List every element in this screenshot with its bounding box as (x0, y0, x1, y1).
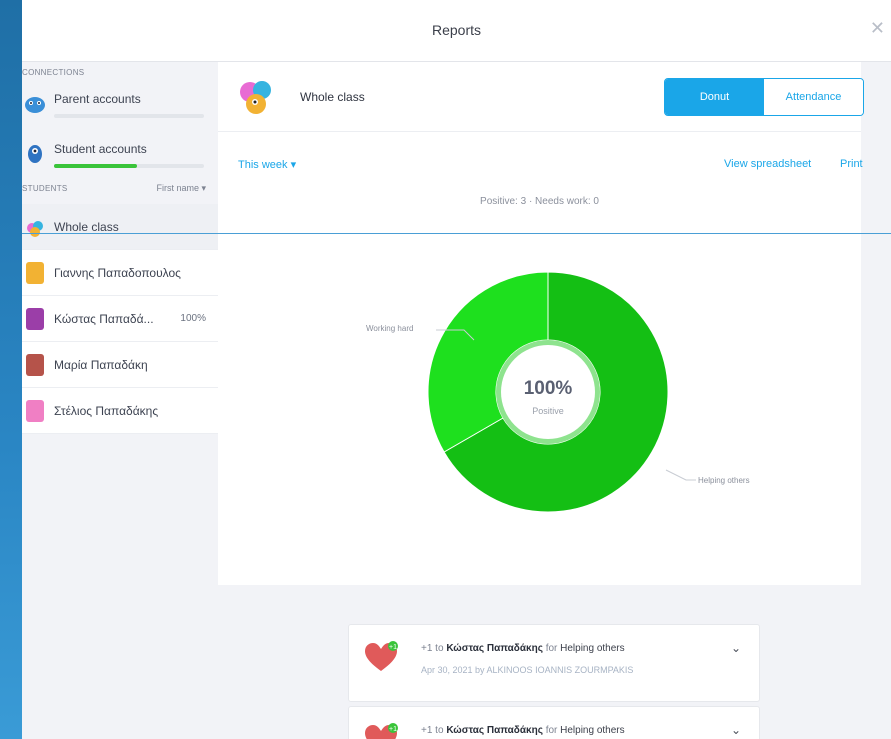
parent-accounts-progress (54, 114, 204, 118)
svg-text:+1: +1 (389, 726, 397, 733)
feed-behavior: Helping others (560, 725, 625, 736)
donut-tab[interactable]: Donut (665, 79, 764, 115)
student-accounts-item[interactable]: Student accounts (22, 134, 218, 180)
student-percent: 100% (180, 313, 206, 324)
connections-label: CONNECTIONS (22, 68, 85, 77)
sort-dropdown[interactable]: First name ▾ (156, 183, 206, 194)
feed-item: +1 +1 to Κώστας Παπαδάκης for Helping ot… (348, 706, 760, 739)
feed-text: +1 to Κώστας Παπαδάκης for Helping other… (421, 643, 625, 654)
student-item[interactable]: Στέλιος Παπαδάκης (22, 388, 218, 434)
student-item[interactable]: Μαρία Παπαδάκη (22, 342, 218, 388)
feed-student: Κώστας Παπαδάκης (446, 643, 543, 654)
feed-text: +1 to Κώστας Παπαδάκης for Helping other… (421, 725, 625, 736)
report-card: Whole class Donut Attendance This week ▾… (22, 62, 891, 585)
divider (22, 233, 891, 234)
sidebar: CONNECTIONS Parent accounts Student acco… (22, 62, 218, 739)
chevron-down-icon[interactable]: ⌄ (731, 723, 741, 737)
student-avatar (26, 400, 44, 422)
parent-accounts-item[interactable]: Parent accounts (22, 84, 218, 130)
student-whole-class[interactable]: Whole class (22, 204, 218, 250)
heart-icon: +1 (365, 641, 398, 671)
feed-prefix: +1 to (421, 643, 444, 654)
whole-class-avatar (240, 81, 271, 114)
slice-label: Helping others (698, 476, 750, 485)
center-label: Positive (532, 406, 564, 416)
student-name: Κώστας Παπαδά... (54, 312, 154, 326)
report-target: Whole class (300, 90, 365, 104)
student-name: Στέλιος Παπαδάκης (54, 404, 159, 418)
title-bar: Reports ✕ (22, 0, 891, 62)
student-name: Μαρία Παπαδάκη (54, 358, 148, 372)
feed-for: for (545, 725, 558, 736)
student-accounts-label: Student accounts (54, 142, 147, 156)
print-link[interactable]: Print (840, 158, 863, 170)
heart-icon: +1 (365, 723, 398, 739)
feed-behavior: Helping others (560, 643, 625, 654)
report-header: Whole class Donut Attendance (218, 62, 864, 132)
feed-prefix: +1 to (421, 725, 444, 736)
feed-for: for (545, 643, 558, 654)
donut-chart: 100% Positive (427, 271, 669, 513)
student-avatar (26, 354, 44, 376)
svg-text:+1: +1 (389, 644, 397, 651)
feed-item: +1 +1 to Κώστας Παπαδάκης for Helping ot… (348, 624, 760, 702)
student-item[interactable]: Γιαννης Παπαδοπουλος (22, 250, 218, 296)
student-account-icon (28, 145, 42, 163)
main-panel: Whole class Donut Attendance This week ▾… (22, 62, 891, 739)
view-spreadsheet-link[interactable]: View spreadsheet (724, 158, 811, 170)
close-icon[interactable]: ✕ (870, 18, 885, 39)
student-name: Γιαννης Παπαδοπουλος (54, 266, 181, 280)
view-toggle: Donut Attendance (664, 78, 864, 116)
student-accounts-progress (54, 164, 204, 168)
center-value: 100% (524, 378, 573, 399)
student-avatar (26, 262, 44, 284)
student-name: Whole class (54, 220, 119, 234)
parents-icon (25, 97, 45, 113)
window-title: Reports (431, 22, 482, 38)
chevron-down-icon[interactable]: ⌄ (731, 641, 741, 655)
parent-accounts-label: Parent accounts (54, 92, 141, 106)
points-summary: Positive: 3 · Needs work: 0 (480, 196, 599, 207)
date-range-dropdown[interactable]: This week ▾ (238, 158, 296, 171)
attendance-tab[interactable]: Attendance (764, 79, 863, 115)
feed-student: Κώστας Παπαδάκης (446, 725, 543, 736)
students-label: STUDENTS (22, 184, 68, 193)
slice-label: Working hard (366, 324, 414, 333)
student-item[interactable]: Κώστας Παπαδά... 100% (22, 296, 218, 342)
student-avatar (26, 308, 44, 330)
feed-meta: Apr 30, 2021 by ALKINOOS IOANNIS ZOURMPA… (421, 665, 634, 675)
whole-class-avatar (27, 221, 43, 237)
reports-window: Reports ✕ CONNECTIONS Parent accounts St… (22, 0, 891, 739)
